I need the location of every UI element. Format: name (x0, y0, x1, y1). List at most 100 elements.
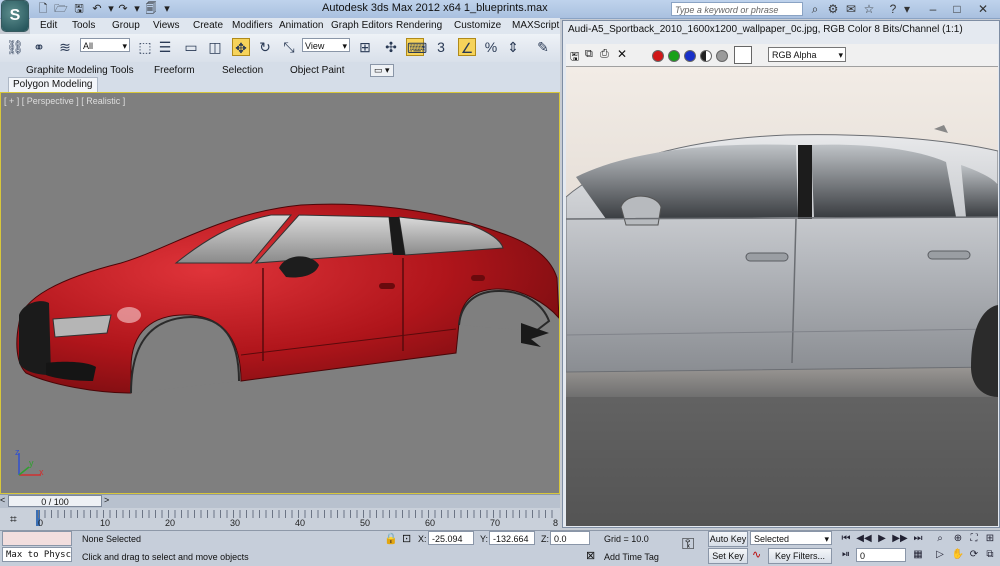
subscription-icon[interactable]: ⚙ (826, 2, 840, 16)
select-and-scale-icon[interactable]: ⤡ (280, 38, 298, 56)
menu-modifiers[interactable]: Modifiers (232, 20, 273, 31)
maxscript-mini-listener[interactable]: Max to Physc (2, 547, 72, 562)
pivot-center-icon[interactable]: ⊞ (356, 38, 374, 56)
menu-views[interactable]: Views (153, 20, 180, 31)
tab-graphite-modeling-tools[interactable]: Graphite Modeling Tools (26, 65, 134, 76)
current-frame-field[interactable]: 0 (856, 548, 906, 562)
go-to-start-icon[interactable]: ⏮ (838, 532, 854, 546)
menu-animation[interactable]: Animation (279, 20, 323, 31)
tab-object-paint[interactable]: Object Paint (290, 65, 344, 76)
minimize-icon[interactable]: – (926, 2, 940, 16)
green-channel-toggle[interactable] (668, 50, 680, 62)
select-object-icon[interactable]: ⬚ (136, 38, 154, 56)
y-coordinate-field[interactable]: -132.664 (489, 531, 535, 545)
select-and-move-icon[interactable]: ✥ (232, 38, 250, 56)
time-configuration-icon[interactable]: ▦ (910, 548, 926, 562)
window-crossing-icon[interactable]: ◫ (206, 38, 224, 56)
go-to-end-icon[interactable]: ⏭ (910, 532, 926, 546)
zoom-extents-all-icon[interactable]: ⊞ (982, 532, 998, 546)
field-of-view-icon[interactable]: ▷ (932, 548, 948, 562)
zoom-all-icon[interactable]: ⊕ (950, 532, 966, 546)
slider-next-icon[interactable]: > (104, 495, 109, 505)
favorites-star-icon[interactable]: ☆ (862, 2, 876, 16)
key-curve-icon[interactable]: ∿ (752, 548, 761, 561)
key-mode-toggle-icon[interactable]: ⏯ (838, 548, 854, 562)
edit-named-selection-icon[interactable]: ✎ (534, 38, 552, 56)
reference-coordinate-select[interactable]: View ▾ (302, 38, 350, 52)
quick-access-dropdown-icon[interactable]: ▾ (160, 2, 174, 16)
pan-view-icon[interactable]: ✋ (950, 548, 966, 562)
key-mode-select[interactable]: Selected ▾ (750, 531, 832, 545)
app-logo-button[interactable]: S (2, 1, 28, 31)
orbit-icon[interactable]: ⟳ (966, 548, 982, 562)
menu-customize[interactable]: Customize (454, 20, 501, 31)
redo-icon[interactable]: ↷ (116, 2, 130, 16)
selection-filter-select[interactable]: All ▾ (80, 38, 130, 52)
save-image-icon[interactable]: 🖫 (570, 48, 579, 67)
help-icon[interactable]: ? (886, 2, 900, 16)
menu-maxscript[interactable]: MAXScript (512, 20, 559, 31)
search-input[interactable]: Type a keyword or phrase (671, 2, 803, 16)
menu-rendering[interactable]: Rendering (396, 20, 442, 31)
save-icon[interactable]: 🖫 (72, 2, 86, 16)
angle-snap-icon[interactable]: ∠ (458, 38, 476, 56)
zoom-extents-icon[interactable]: ⛶ (966, 532, 982, 546)
lock-selection-icon[interactable]: 🔒 (384, 532, 398, 545)
auto-key-button[interactable]: Auto Key (708, 531, 748, 547)
rectangular-selection-icon[interactable]: ▭ (182, 38, 200, 56)
keyboard-shortcut-override-icon[interactable]: ⌨ (406, 38, 427, 56)
channel-display-select[interactable]: RGB Alpha ▾ (768, 47, 846, 62)
perspective-viewport[interactable]: x z y (0, 92, 560, 494)
unlink-icon[interactable]: ⚭ (30, 38, 48, 56)
select-manipulate-icon[interactable]: ✣ (382, 38, 400, 56)
menu-graph-editors[interactable]: Graph Editors (331, 20, 393, 31)
slider-prev-icon[interactable]: < (0, 495, 5, 505)
clear-icon[interactable]: ✕ (617, 47, 627, 61)
open-file-icon[interactable]: 🗁 (54, 2, 68, 16)
blue-channel-toggle[interactable] (684, 50, 696, 62)
select-and-rotate-icon[interactable]: ↻ (256, 38, 274, 56)
tab-selection[interactable]: Selection (222, 65, 263, 76)
link-icon[interactable]: ⛓ (6, 38, 24, 56)
maximize-icon[interactable]: □ (950, 2, 964, 16)
menu-edit[interactable]: Edit (40, 20, 57, 31)
add-time-tag[interactable]: Add Time Tag (604, 552, 659, 562)
absolute-mode-icon[interactable]: ⊡ (402, 532, 411, 545)
key-icon[interactable]: ⚿ (682, 536, 694, 554)
time-tag-icon[interactable]: ⊠ (586, 549, 595, 562)
menu-tools[interactable]: Tools (72, 20, 95, 31)
snaps-toggle-icon[interactable]: 3 (432, 38, 450, 56)
play-icon[interactable]: ▶ (874, 532, 890, 546)
viewport-label-menu[interactable]: [ + ] [ Perspective ] [ Realistic ] (4, 96, 125, 106)
z-coordinate-field[interactable]: 0.0 (550, 531, 590, 545)
ribbon-options-button[interactable]: ▭ ▾ (370, 64, 394, 77)
set-key-button[interactable]: Set Key (708, 548, 748, 564)
maximize-viewport-icon[interactable]: ⧉ (982, 548, 998, 562)
tab-freeform[interactable]: Freeform (154, 65, 195, 76)
red-channel-toggle[interactable] (652, 50, 664, 62)
alpha-channel-toggle[interactable] (716, 50, 728, 62)
time-slider-thumb[interactable]: 0 / 100 (8, 495, 102, 507)
mini-curve-editor-icon[interactable]: ⌗ (10, 512, 17, 527)
project-folder-icon[interactable]: 🗐 (144, 2, 158, 16)
close-icon[interactable]: ✕ (976, 2, 990, 16)
select-by-name-icon[interactable]: ☰ (156, 38, 174, 56)
clone-window-icon[interactable]: ⧉ (585, 48, 593, 61)
redo-dropdown-icon[interactable]: ▾ (130, 2, 144, 16)
x-coordinate-field[interactable]: -25.094 (428, 531, 474, 545)
help-dropdown-icon[interactable]: ▾ (900, 2, 914, 16)
spinner-snap-icon[interactable]: ⇕ (504, 38, 522, 56)
undo-icon[interactable]: ↶ (90, 2, 104, 16)
print-icon[interactable]: ⎙ (600, 48, 609, 61)
key-filters-button[interactable]: Key Filters... (768, 548, 832, 564)
binoculars-icon[interactable]: ⌕ (808, 2, 822, 16)
menu-create[interactable]: Create (193, 20, 223, 31)
next-frame-icon[interactable]: ▶▶ (892, 532, 908, 546)
monochrome-toggle[interactable] (700, 50, 712, 62)
percent-snap-icon[interactable]: % (482, 38, 500, 56)
background-color-swatch[interactable] (734, 46, 752, 64)
ribbon-panel-polygon-modeling[interactable]: Polygon Modeling (8, 77, 98, 93)
previous-frame-icon[interactable]: ◀◀ (856, 532, 872, 546)
communication-icon[interactable]: ✉ (844, 2, 858, 16)
new-file-icon[interactable]: 🗋 (36, 2, 50, 16)
